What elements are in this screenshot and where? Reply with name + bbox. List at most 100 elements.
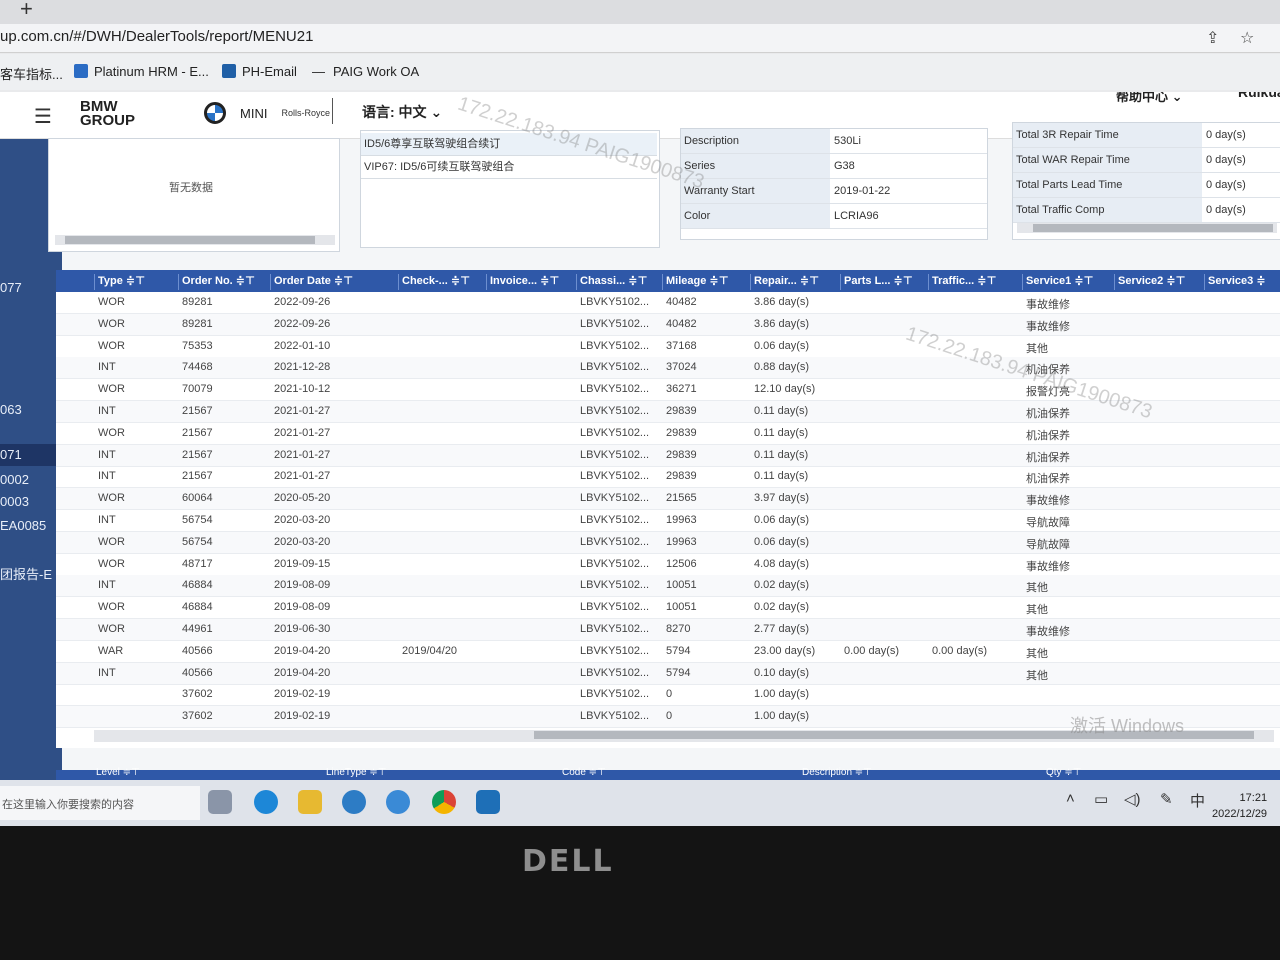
column-header[interactable]: Invoice... ≑⊤ — [486, 274, 559, 290]
table-cell: 其他 — [1026, 647, 1048, 660]
column-header[interactable]: Qty ≑⊤ — [1046, 767, 1081, 778]
table-row[interactable]: WOR 48717 2019-09-15 LBVKY5102... 12506 4.08 … — [56, 554, 1280, 576]
table-row[interactable]: INT 21567 2021-01-27 LBVKY5102... 29839 0.11 … — [56, 444, 1280, 467]
bookmark-item[interactable]: Platinum HRM - E... — [74, 64, 209, 79]
chat-app-icon[interactable] — [386, 790, 410, 814]
column-header[interactable]: Service3 ≑ — [1204, 274, 1266, 290]
menu-icon[interactable]: ☰ — [34, 104, 52, 129]
column-header[interactable]: LineType ≑⊤ — [326, 767, 386, 778]
clock[interactable]: 17:21 2022/12/29 — [1212, 790, 1267, 822]
sidebar-item[interactable]: 071 — [0, 444, 62, 466]
share-icon[interactable]: ⇪ — [1206, 28, 1219, 48]
column-header[interactable]: Description ≑⊤ — [802, 767, 872, 778]
table-cell: 2019-08-09 — [274, 579, 331, 592]
table-cell: LBVKY5102... — [580, 623, 650, 635]
table-cell: WOR — [98, 535, 125, 548]
table-row[interactable]: INT 21567 2021-01-27 LBVKY5102... 29839 0.11 … — [56, 466, 1280, 489]
parts-table-header: Level ≑⊤ LineType ≑⊤ Code ≑⊤ Description ≑⊤… — [56, 767, 1280, 780]
table-row[interactable]: WOR 56754 2020-03-20 LBVKY5102... 19963 0.06 … — [56, 531, 1280, 554]
table-cell: LBVKY5102... — [580, 296, 650, 308]
help-center-link[interactable]: 帮助中心 ⌄ — [1116, 92, 1183, 105]
total-value: 0 day(s) — [1206, 154, 1246, 166]
new-tab-button[interactable]: + — [20, 0, 33, 22]
pen-icon[interactable]: ✎ — [1160, 790, 1173, 808]
sidebar-item[interactable]: 0002 — [0, 472, 62, 487]
column-header[interactable]: Code ≑⊤ — [562, 767, 606, 778]
table-cell: 机油保养 — [1026, 473, 1070, 486]
table-cell: LBVKY5102... — [580, 448, 650, 461]
bookmarks-bar: 客车指标... Platinum HRM - E... PH-Email — PA… — [0, 54, 1280, 90]
table-cell: 导航故障 — [1026, 538, 1070, 551]
bmw-group-logo: BMW GROUP — [80, 98, 136, 129]
table-row[interactable]: WOR 75353 2022-01-10 LBVKY5102... 37168 0.06 … — [56, 336, 1280, 358]
column-header[interactable]: Parts L... ≑⊤ — [840, 274, 913, 290]
column-header[interactable]: Mileage ≑⊤ — [662, 274, 729, 290]
column-header[interactable]: Chassi... ≑⊤ — [576, 274, 648, 290]
address-bar[interactable]: up.com.cn/#/DWH/DealerTools/report/MENU2… — [0, 24, 1280, 53]
file-explorer-icon[interactable] — [298, 790, 322, 814]
table-cell: LBVKY5102... — [580, 557, 650, 570]
app-icon[interactable] — [476, 790, 500, 814]
empty-text: 暂无数据 — [169, 182, 213, 194]
sidebar-item[interactable]: 077 — [0, 280, 62, 295]
horizontal-scrollbar[interactable] — [1017, 223, 1277, 233]
ime-indicator[interactable]: 中 — [1190, 790, 1205, 811]
table-row[interactable]: WOR 21567 2021-01-27 LBVKY5102... 29839 0.11 … — [56, 423, 1280, 445]
table-cell: WOR — [98, 623, 125, 635]
column-header[interactable]: Type ≑⊤ — [94, 274, 145, 290]
column-header[interactable]: Service2 ≑⊤ — [1114, 274, 1186, 290]
volume-icon[interactable]: ◁) — [1124, 790, 1141, 808]
table-row[interactable]: WOR 60064 2020-05-20 LBVKY5102... 21565 3.97 … — [56, 488, 1280, 511]
table-row[interactable]: 37602 2019-02-19 LBVKY5102... 0 1.00 day(s) — [56, 684, 1280, 707]
sidebar-item[interactable]: 团报告-E — [0, 564, 62, 583]
table-row[interactable]: INT 56754 2020-03-20 LBVKY5102... 19963 0.06 … — [56, 510, 1280, 532]
table-row[interactable]: WAR 40566 2019-04-20 2019/04/20 LBVKY5102...… — [56, 641, 1280, 663]
table-cell: INT — [98, 666, 116, 679]
table-row[interactable]: INT 46884 2019-08-09 LBVKY5102... 10051 0.02 … — [56, 575, 1280, 598]
table-row[interactable]: WOR 44961 2019-06-30 LBVKY5102... 8270 2.77 d… — [56, 619, 1280, 641]
scroll-thumb[interactable] — [1033, 224, 1273, 232]
table-row[interactable]: INT 74468 2021-12-28 LBVKY5102... 37024 0.88 … — [56, 357, 1280, 380]
edge-icon[interactable] — [254, 790, 278, 814]
table-row[interactable]: INT 21567 2021-01-27 LBVKY5102... 29839 0.11 … — [56, 401, 1280, 423]
column-header[interactable]: Traffic... ≑⊤ — [928, 274, 997, 290]
column-header[interactable]: Order No. ≑⊤ — [178, 274, 255, 290]
column-header[interactable]: Check-... ≑⊤ — [398, 274, 470, 290]
sidebar-item[interactable]: 0003 — [0, 494, 62, 509]
table-row[interactable]: WOR 89281 2022-09-26 LBVKY5102... 40482 3.86 … — [56, 313, 1280, 336]
column-header[interactable]: Service1 ≑⊤ — [1022, 274, 1094, 290]
star-icon[interactable]: ☆ — [1240, 28, 1254, 48]
sidebar-item[interactable]: 063 — [0, 402, 62, 417]
table-cell: LBVKY5102... — [580, 470, 650, 483]
table-cell: LBVKY5102... — [580, 666, 650, 679]
scroll-thumb[interactable] — [65, 236, 315, 244]
table-row[interactable]: WOR 70079 2021-10-12 LBVKY5102... 36271 12.10… — [56, 379, 1280, 402]
sidebar-item[interactable]: EA0085 — [0, 518, 62, 533]
clock-time: 17:21 — [1239, 792, 1268, 804]
horizontal-scrollbar[interactable] — [55, 235, 335, 245]
vehicle-info-panel: Description 530Li Series G38 Warranty Star… — [680, 128, 988, 240]
totals-table: Total 3R Repair Time 0 day(s) Total WAR R… — [1013, 123, 1280, 223]
bookmark-item[interactable]: — PAIG Work OA — [312, 64, 419, 79]
task-view-icon[interactable] — [208, 790, 232, 814]
chevron-up-icon[interactable]: ˄ — [1066, 790, 1075, 807]
bookmark-item[interactable]: 客车指标... — [0, 64, 63, 83]
table-row[interactable]: WOR 89281 2022-09-26 LBVKY5102... 40482 3.86 … — [56, 292, 1280, 314]
table-cell: 5794 — [666, 644, 691, 657]
chrome-icon[interactable] — [432, 790, 456, 814]
bookmark-item[interactable]: PH-Email — [222, 64, 297, 79]
chat-app-icon[interactable] — [342, 790, 366, 814]
table-cell: 2019-04-20 — [274, 644, 331, 657]
column-header[interactable]: Order Date ≑⊤ — [270, 274, 353, 290]
table-row[interactable]: WOR 46884 2019-08-09 LBVKY5102... 10051 0.02 … — [56, 597, 1280, 620]
taskbar-search[interactable]: 在这里输入你要搜索的内容 — [0, 786, 200, 820]
column-header[interactable]: Repair... ≑⊤ — [750, 274, 819, 290]
network-icon[interactable]: ▭ — [1094, 790, 1108, 808]
column-header[interactable]: Level ≑⊤ — [96, 767, 140, 778]
url-text[interactable]: up.com.cn/#/DWH/DealerTools/report/MENU2… — [0, 28, 313, 45]
table-row[interactable]: INT 40566 2019-04-20 LBVKY5102... 5794 0.10 d… — [56, 662, 1280, 685]
table-cell: 37602 — [182, 688, 213, 701]
user-menu[interactable]: Ruikua — [1238, 92, 1280, 100]
table-cell: 19963 — [666, 514, 697, 526]
language-select[interactable]: 语言: 中文 ⌄ — [362, 102, 442, 122]
